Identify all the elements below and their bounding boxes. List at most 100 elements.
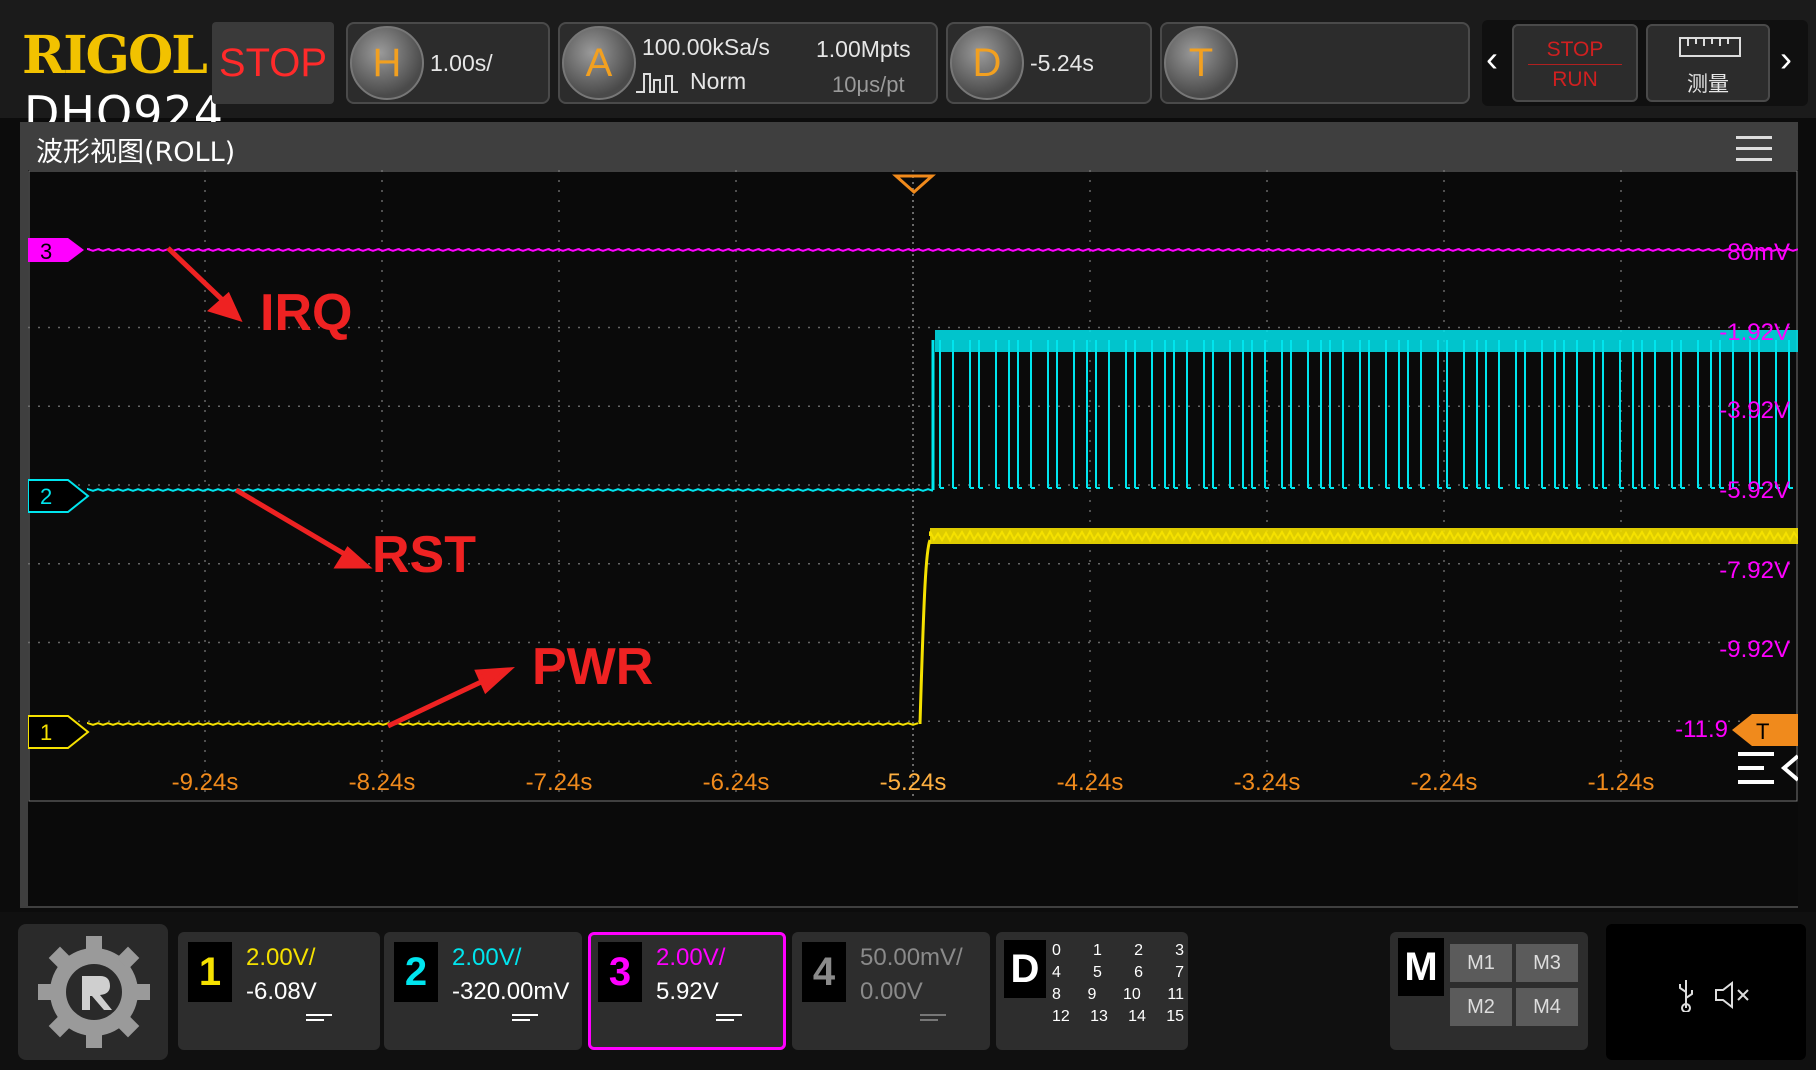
- digital-bit: 3: [1175, 942, 1184, 959]
- acquire-waveform-icon: [636, 73, 678, 93]
- run-stop-button[interactable]: STOP RUN: [1512, 24, 1638, 102]
- time-axis-labels: -9.24s -8.24s -7.24s -6.24s -5.24s -4.24…: [172, 769, 1655, 796]
- math-m3-button[interactable]: M3: [1516, 944, 1578, 982]
- delay-settings[interactable]: D -5.24s: [946, 22, 1152, 104]
- run-state-label: STOP: [218, 40, 328, 85]
- digital-bit: 4: [1052, 964, 1061, 981]
- pwr-annotation: PWR: [532, 638, 653, 696]
- digital-bit: 9: [1087, 986, 1097, 1003]
- voltage-label: -11.9: [1675, 716, 1728, 743]
- waveform-view-title: 波形视图(ROLL): [36, 137, 236, 168]
- waveform-view: 波形视图(ROLL) 3 2 1 T 80mV -1.92V -3.92V -5…: [20, 122, 1798, 908]
- run-state-indicator[interactable]: STOP: [212, 22, 334, 104]
- menu-icon[interactable]: [1736, 136, 1772, 162]
- digital-bit: 12: [1052, 1008, 1070, 1025]
- ch1-offset: -6.08V: [246, 978, 317, 1005]
- time-label: -1.24s: [1588, 769, 1655, 796]
- chevron-left-icon[interactable]: ‹: [1486, 38, 1498, 80]
- ch3-offset: 5.92V: [656, 978, 719, 1005]
- chevron-right-icon[interactable]: ›: [1780, 38, 1792, 80]
- usb-icon[interactable]: [1676, 978, 1696, 1012]
- top-bar: RIGOL DHO924 STOP H 1.00s/ A 100.00kSa/s…: [0, 0, 1816, 136]
- dc-coupling-icon: [306, 1014, 332, 1024]
- trigger-level-label: T: [1756, 719, 1769, 744]
- rigol-gear-icon: [38, 936, 150, 1048]
- waveform-display[interactable]: 3 2 1 T 80mV -1.92V -3.92V -5.92V -7.92V…: [28, 170, 1798, 906]
- math-m4-button[interactable]: M4: [1516, 988, 1578, 1026]
- acquire-badge: A: [562, 26, 636, 100]
- measure-label: 测量: [1687, 72, 1729, 96]
- horizontal-settings[interactable]: H 1.00s/: [346, 22, 550, 104]
- voltage-label: -7.92V: [1719, 557, 1790, 584]
- digital-badge: D: [1004, 940, 1046, 998]
- math-m2-button[interactable]: M2: [1450, 988, 1512, 1026]
- digital-bit: 2: [1134, 942, 1143, 959]
- timebase-scale: 1.00s/: [430, 50, 493, 76]
- time-label: -2.24s: [1411, 769, 1478, 796]
- dc-coupling-icon: [512, 1014, 538, 1024]
- digital-bit: 6: [1134, 964, 1143, 981]
- ch2-offset: -320.00mV: [452, 978, 570, 1005]
- digital-bit: 11: [1167, 986, 1184, 1003]
- brand-logo: RIGOL: [22, 25, 208, 86]
- digital-channels[interactable]: D 0123 4567 8 9 10 11 12 13 14 15: [996, 932, 1188, 1050]
- ch4-scale: 50.00mV/: [860, 944, 963, 971]
- home-menu-button[interactable]: [18, 924, 168, 1060]
- math-badge: M: [1398, 938, 1444, 996]
- digital-bit: 10: [1123, 986, 1141, 1003]
- trigger-settings[interactable]: T: [1160, 22, 1470, 104]
- ch3-marker-label: 3: [40, 239, 52, 264]
- voltage-label: -5.92V: [1719, 477, 1790, 504]
- ch2-number: 2: [394, 942, 438, 1002]
- time-label: -6.24s: [703, 769, 770, 796]
- system-status: [1606, 924, 1806, 1060]
- ch1-marker-label: 1: [40, 720, 52, 745]
- ch3-scale: 2.00V/: [656, 944, 726, 971]
- measure-button[interactable]: 测量: [1646, 24, 1770, 102]
- digital-bit: 13: [1090, 1008, 1108, 1025]
- dc-coupling-icon: [920, 1014, 946, 1024]
- ch1-scale: 2.00V/: [246, 944, 316, 971]
- time-label: -7.24s: [526, 769, 593, 796]
- ch1-number: 1: [188, 942, 232, 1002]
- digital-bit: 8: [1052, 986, 1061, 1003]
- digital-bit: 0: [1052, 942, 1061, 959]
- ch3-settings[interactable]: 3 2.00V/ 5.92V: [588, 932, 786, 1050]
- acquire-settings[interactable]: A 100.00kSa/s 1.00Mpts Norm 10μs/pt: [558, 22, 938, 104]
- digital-bit: 1: [1093, 942, 1102, 959]
- ch3-number: 3: [598, 942, 642, 1002]
- digital-bit: 14: [1128, 1008, 1146, 1025]
- ch4-number: 4: [802, 942, 846, 1002]
- ruler-icon: [1679, 37, 1741, 57]
- run-stop-divider: [1528, 64, 1622, 65]
- delay-badge: D: [950, 26, 1024, 100]
- ch2-settings[interactable]: 2 2.00V/ -320.00mV: [384, 932, 582, 1050]
- horizontal-badge: H: [350, 26, 424, 100]
- trigger-badge: T: [1164, 26, 1238, 100]
- digital-bit: 15: [1166, 1008, 1184, 1025]
- time-label: -3.24s: [1234, 769, 1301, 796]
- acquire-mode: Norm: [690, 68, 747, 94]
- ch2-marker-label: 2: [40, 484, 52, 509]
- mute-icon[interactable]: [1714, 980, 1754, 1010]
- sample-rate: 100.00kSa/s: [642, 34, 770, 60]
- voltage-label: 80mV: [1727, 239, 1790, 266]
- digital-bit: 5: [1093, 964, 1102, 981]
- voltage-label: -3.92V: [1719, 397, 1790, 424]
- run-stop-line2: RUN: [1552, 68, 1598, 91]
- math-settings[interactable]: M M1 M3 M2 M4: [1390, 932, 1588, 1050]
- voltage-label: -1.92V: [1719, 319, 1790, 346]
- digital-bit: 7: [1175, 964, 1184, 981]
- math-m1-button[interactable]: M1: [1450, 944, 1512, 982]
- ch4-settings[interactable]: 4 50.00mV/ 0.00V: [792, 932, 990, 1050]
- quick-toolbar: ‹ STOP RUN 测量 ›: [1482, 20, 1808, 106]
- ch1-settings[interactable]: 1 2.00V/ -6.08V: [178, 932, 380, 1050]
- digital-channel-grid: 0123 4567 8 9 10 11 12 13 14 15: [1052, 942, 1184, 1026]
- delay-value: -5.24s: [1030, 50, 1094, 76]
- time-label: -9.24s: [172, 769, 239, 796]
- bottom-bar: 1 2.00V/ -6.08V 2 2.00V/ -320.00mV 3 2.0…: [0, 912, 1816, 1070]
- time-label: -5.24s: [880, 769, 947, 796]
- dc-coupling-icon: [716, 1014, 742, 1024]
- time-per-point: 10μs/pt: [832, 72, 905, 97]
- voltage-label: -9.92V: [1719, 636, 1790, 663]
